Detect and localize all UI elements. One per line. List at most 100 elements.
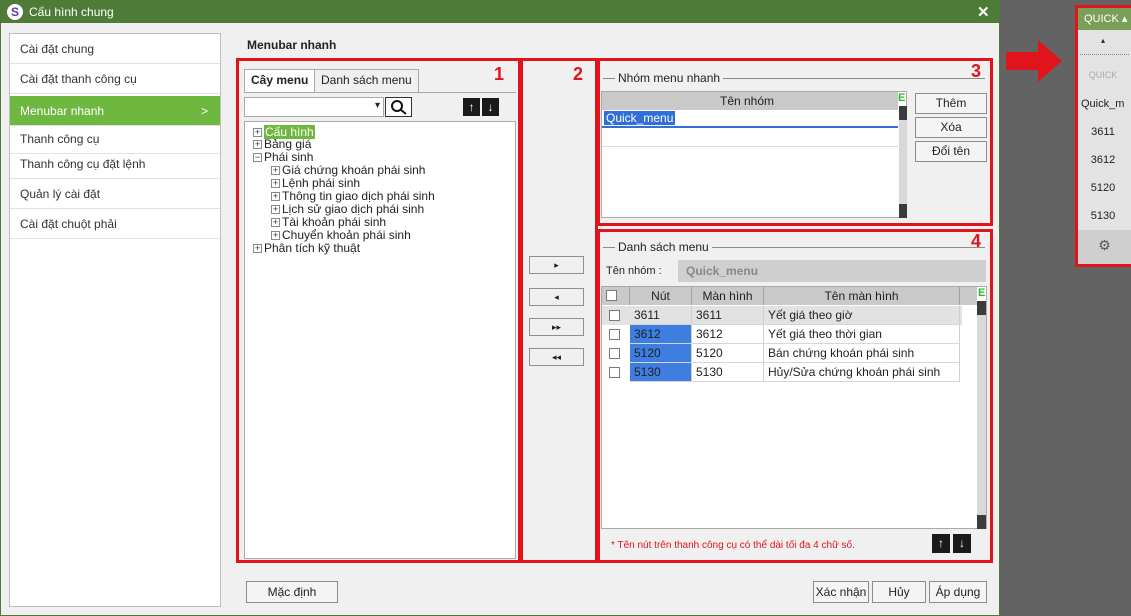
row-checkbox[interactable]	[609, 329, 620, 340]
move-up-button[interactable]: ↑	[463, 98, 480, 116]
window-title: Cấu hình chung	[29, 5, 114, 19]
group-row[interactable]: Quick_menu	[602, 110, 898, 128]
expand-icon[interactable]: +	[271, 205, 280, 215]
excel-export-icon[interactable]: E	[978, 287, 987, 299]
gear-icon[interactable]: ⚙	[1078, 230, 1131, 264]
grip-handle[interactable]	[1080, 54, 1129, 56]
quick-item-3611[interactable]: 3611	[1078, 126, 1128, 138]
tree-node[interactable]: + Tài khoản phái sinh	[271, 216, 386, 228]
expand-icon[interactable]: +	[271, 218, 280, 228]
row-checkbox[interactable]	[609, 348, 620, 359]
group-table: Tên nhóm E Quick_menu	[601, 91, 907, 218]
tab-divider	[244, 92, 516, 93]
move-down-button[interactable]: ↓	[482, 98, 499, 116]
expand-icon[interactable]: +	[271, 179, 280, 189]
quick-group-title: Quick_m	[1081, 98, 1125, 110]
nav-item-quick-menubar[interactable]: Menubar nhanh >	[10, 96, 220, 126]
apply-button[interactable]: Áp dụng	[929, 581, 987, 603]
expand-icon[interactable]: +	[253, 140, 262, 150]
quick-item-5120[interactable]: 5120	[1078, 182, 1128, 194]
nav-item-label: Menubar nhanh	[20, 104, 105, 118]
tree-node-label: Chuyển khoản phái sinh	[282, 228, 411, 242]
confirm-button[interactable]: Xác nhận	[813, 581, 869, 603]
screen-name-cell: Yết giá theo giờ	[764, 306, 960, 325]
scroll-up-icon[interactable]	[899, 106, 907, 120]
nav-item-manage-settings[interactable]: Quản lý cài đặt	[10, 179, 220, 209]
group-table-header: Tên nhóm E	[602, 92, 905, 110]
tree-node[interactable]: + Lịch sử giao dịch phái sinh	[271, 203, 424, 215]
menu-list-table: Nút Màn hình Tên màn hình E 3611 3611 Yế…	[601, 286, 987, 529]
screen-name-cell: Bán chứng khoán phái sinh	[764, 344, 960, 363]
tree-node[interactable]: + Bảng giá	[253, 138, 311, 150]
scroll-down-icon[interactable]	[977, 515, 986, 529]
tree-node[interactable]: + Chuyển khoản phái sinh	[271, 229, 411, 241]
search-icon	[391, 100, 407, 115]
menu-search-input[interactable]: ▾	[244, 97, 384, 117]
menu-list-legend: Danh sách menu	[615, 240, 712, 254]
expand-icon[interactable]: +	[271, 231, 280, 241]
tree-node-label: Bảng giá	[264, 137, 312, 151]
settings-window: S Cấu hình chung ✕ Cài đặt chung Cài đặt…	[0, 0, 1000, 616]
nav-item-toolbar-settings[interactable]: Cài đặt thanh công cụ	[10, 64, 220, 94]
collapse-icon[interactable]: ▴	[1078, 36, 1128, 45]
quick-item-5130[interactable]: 5130	[1078, 210, 1128, 222]
app-logo-icon: S	[7, 4, 23, 20]
tree-node-label: Giá chứng khoán phái sinh	[282, 163, 426, 177]
nav-item-right-click[interactable]: Cài đặt chuột phải	[10, 209, 220, 239]
default-button[interactable]: Mặc định	[246, 581, 338, 603]
table-row[interactable]: 5120 5120 Bán chứng khoán phái sinh	[602, 344, 962, 363]
note-text: * Tên nút trên thanh công cụ có thể dài …	[611, 540, 855, 551]
tree-node-label: Lịch sử giao dịch phái sinh	[282, 202, 425, 216]
tree-node[interactable]: − Phái sinh	[253, 151, 313, 163]
tab-tree-menu[interactable]: Cây menu	[244, 69, 316, 92]
tree-node[interactable]: + Thông tin giao dịch phái sinh	[271, 190, 435, 202]
screen-cell: 3611	[692, 306, 764, 325]
settings-nav: Cài đặt chung Cài đặt thanh công cụ Menu…	[9, 33, 221, 607]
close-icon[interactable]: ✕	[977, 3, 990, 21]
tree-node[interactable]: + Giá chứng khoán phái sinh	[271, 164, 425, 176]
tree-node[interactable]: + Lệnh phái sinh	[271, 177, 360, 189]
table-row[interactable]: 3611 3611 Yết giá theo giờ	[602, 306, 962, 325]
remove-selected-button[interactable]: ◂	[529, 288, 584, 306]
group-name-field: Quick_menu	[678, 260, 986, 282]
nav-item-general[interactable]: Cài đặt chung	[10, 34, 220, 64]
quick-item-3612[interactable]: 3612	[1078, 154, 1128, 166]
nut-cell: 5130	[630, 363, 692, 382]
expand-icon[interactable]: +	[271, 166, 280, 176]
add-all-button[interactable]: ▸▸	[529, 318, 584, 336]
select-all-column	[602, 287, 630, 305]
screen-cell: 3612	[692, 325, 764, 344]
cancel-button[interactable]: Hủy	[872, 581, 926, 603]
annotation-number-4: 4	[971, 231, 982, 251]
row-checkbox[interactable]	[609, 367, 620, 378]
rename-group-button[interactable]: Đổi tên	[915, 141, 987, 162]
expand-icon[interactable]: +	[271, 192, 280, 202]
add-selected-button[interactable]: ▸	[529, 256, 584, 274]
expand-icon[interactable]: +	[253, 128, 262, 138]
search-button[interactable]	[385, 97, 412, 117]
scroll-up-icon[interactable]	[977, 301, 986, 315]
table-row[interactable]: 3612 3612 Yết giá theo thời gian	[602, 325, 962, 344]
dropdown-arrow-icon[interactable]: ▾	[375, 100, 380, 111]
move-up-button[interactable]: ↑	[932, 534, 950, 553]
nav-item-order-toolbar[interactable]: Thanh công cụ đặt lệnh	[10, 149, 220, 179]
move-down-button[interactable]: ↓	[953, 534, 971, 553]
collapse-icon[interactable]: −	[253, 153, 262, 163]
vertical-scrollbar[interactable]	[977, 301, 986, 529]
vertical-scrollbar[interactable]	[899, 106, 907, 218]
red-arrow-icon	[1006, 40, 1062, 82]
table-row[interactable]: 5130 5130 Hủy/Sửa chứng khoán phái sinh	[602, 363, 962, 382]
delete-group-button[interactable]: Xóa	[915, 117, 987, 138]
row-checkbox[interactable]	[609, 310, 620, 321]
excel-export-icon[interactable]: E	[898, 92, 907, 106]
nut-cell: 3612	[630, 325, 692, 344]
tree-node[interactable]: + Phân tích kỹ thuật	[253, 242, 360, 254]
remove-all-button[interactable]: ◂◂	[529, 348, 584, 366]
add-group-button[interactable]: Thêm	[915, 93, 987, 114]
tab-menu-list[interactable]: Danh sách menu	[314, 69, 419, 92]
scroll-down-icon[interactable]	[899, 204, 907, 218]
group-name-label: Tên nhóm :	[606, 265, 662, 277]
column-header: Màn hình	[692, 287, 764, 305]
select-all-checkbox[interactable]	[606, 290, 617, 301]
expand-icon[interactable]: +	[253, 244, 262, 254]
